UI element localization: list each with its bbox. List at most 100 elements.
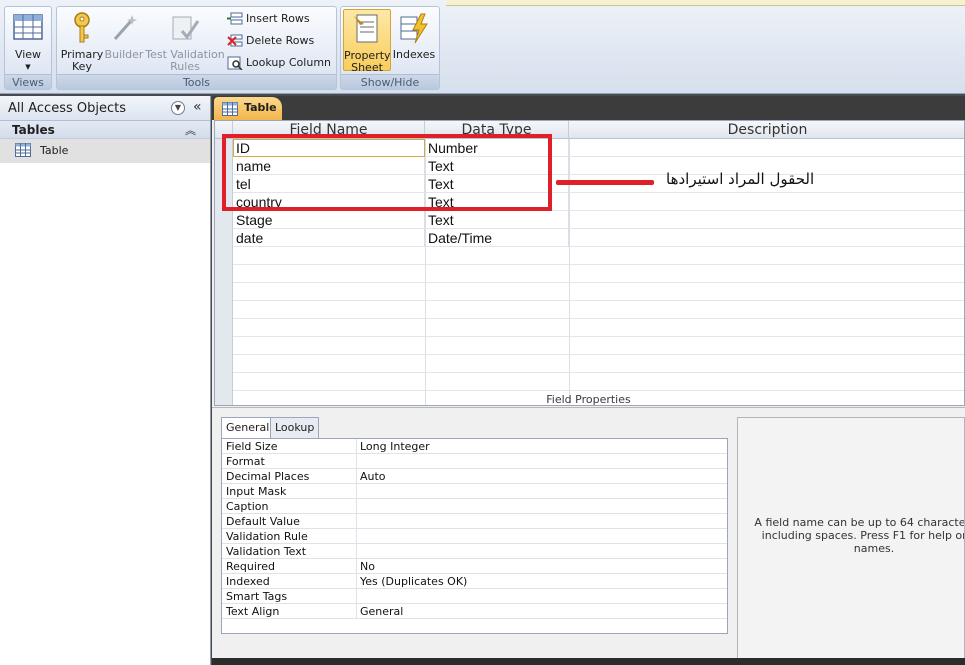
indexes-label: Indexes	[392, 48, 436, 61]
table-icon	[222, 102, 238, 119]
property-value[interactable]: No	[360, 559, 375, 574]
property-row[interactable]: Format	[222, 454, 727, 469]
builder-wand-icon	[107, 11, 141, 45]
document-tab-label: Table	[244, 101, 277, 114]
primary-key-label-line2: Key	[72, 60, 92, 73]
property-label: Smart Tags	[226, 589, 357, 604]
property-row[interactable]: Text Align General	[222, 604, 727, 619]
field-name-cell[interactable]: date	[233, 229, 425, 247]
title-strip	[446, 0, 965, 6]
empty-row[interactable]	[233, 355, 964, 373]
document-tab-table[interactable]: Table	[214, 97, 282, 120]
annotation-highlight-box	[222, 134, 552, 211]
indexes-button[interactable]: Indexes	[391, 9, 437, 71]
status-strip	[212, 658, 965, 665]
property-label: Text Align	[226, 604, 357, 619]
field-properties-table: Field Size Long Integer Format Decimal Pl…	[221, 438, 728, 634]
property-sheet-label-line2: Sheet	[351, 61, 383, 74]
test-validation-rules-button[interactable]: Test Validation Rules	[145, 9, 225, 73]
property-row[interactable]: Validation Rule	[222, 529, 727, 544]
description-cell[interactable]	[569, 193, 964, 211]
lookup-column-button[interactable]: Lookup Column	[227, 53, 331, 73]
empty-row[interactable]	[233, 301, 964, 319]
property-value[interactable]: Long Integer	[360, 439, 430, 454]
nav-title: All Access Objects	[8, 101, 126, 116]
property-row[interactable]: Indexed Yes (Duplicates OK)	[222, 574, 727, 589]
property-value[interactable]: General	[360, 604, 403, 619]
property-sheet-button[interactable]: Property Sheet	[343, 9, 391, 74]
property-row[interactable]: Caption	[222, 499, 727, 514]
property-label: Validation Text	[226, 544, 357, 559]
tab-general[interactable]: General	[221, 417, 275, 439]
property-row[interactable]: Smart Tags	[222, 589, 727, 604]
field-name-cell[interactable]: Stage	[233, 211, 425, 229]
table-icon	[15, 143, 31, 160]
empty-row[interactable]	[233, 337, 964, 355]
nav-group-tables[interactable]: Tables ︽	[0, 121, 210, 139]
property-sheet-icon	[350, 12, 384, 46]
collapse-chevrons-icon[interactable]: ︽	[185, 122, 196, 138]
view-button[interactable]: View ▼	[5, 9, 51, 71]
show-hide-group-label: Show/Hide	[341, 74, 439, 89]
property-row[interactable]: Decimal Places Auto	[222, 469, 727, 484]
field-row[interactable]: Stage Text	[233, 211, 964, 229]
view-label: View	[14, 48, 42, 61]
insert-rows-label: Insert Rows	[246, 12, 310, 25]
column-header-description[interactable]: Description	[569, 121, 964, 139]
property-label: Field Size	[226, 439, 357, 454]
nav-item-label: Table	[40, 144, 69, 157]
help-line: A field name can be up to 64 characters …	[754, 516, 965, 529]
property-label: Required	[226, 559, 357, 574]
property-label: Default Value	[226, 514, 357, 529]
property-label: Input Mask	[226, 484, 357, 499]
field-properties-pane: General Lookup Field Size Long Integer Fo…	[212, 407, 965, 665]
property-value[interactable]: Auto	[360, 469, 386, 484]
shutter-collapse-icon[interactable]: «	[193, 99, 202, 115]
insert-rows-button[interactable]: Insert Rows	[227, 9, 310, 29]
description-cell[interactable]	[569, 139, 964, 157]
tab-lookup[interactable]: Lookup	[270, 417, 320, 438]
property-row[interactable]: Default Value	[222, 514, 727, 529]
property-row[interactable]: Input Mask	[222, 484, 727, 499]
empty-row[interactable]	[233, 265, 964, 283]
description-cell[interactable]	[569, 229, 964, 247]
datasheet-view-icon	[11, 11, 45, 45]
property-label: Format	[226, 454, 357, 469]
field-row[interactable]: date Date/Time	[233, 229, 964, 247]
empty-row[interactable]	[233, 283, 964, 301]
tools-group-label: Tools	[57, 74, 336, 89]
delete-rows-label: Delete Rows	[246, 34, 315, 47]
builder-button[interactable]: Builder	[103, 9, 145, 71]
empty-row[interactable]	[233, 373, 964, 391]
lookup-column-icon	[227, 56, 243, 71]
ribbon: View ▼ Views Primary Key Builder Test Va…	[0, 0, 965, 94]
property-help-text: A field name can be up to 64 characters …	[744, 516, 965, 555]
property-label: Caption	[226, 499, 357, 514]
property-value[interactable]: Yes (Duplicates OK)	[360, 574, 467, 589]
description-cell[interactable]	[569, 211, 964, 229]
property-help-box: A field name can be up to 64 characters …	[737, 417, 965, 662]
property-row[interactable]: Required No	[222, 559, 727, 574]
delete-rows-icon	[227, 34, 243, 48]
empty-row[interactable]	[233, 319, 964, 337]
property-row[interactable]: Validation Text	[222, 544, 727, 559]
delete-rows-button[interactable]: Delete Rows	[227, 31, 314, 51]
insert-rows-icon	[227, 12, 243, 26]
property-row[interactable]: Field Size Long Integer	[222, 439, 727, 454]
nav-dropdown-icon[interactable]: ▼	[171, 101, 185, 115]
data-type-cell[interactable]: Text	[425, 211, 569, 229]
property-label: Indexed	[226, 574, 357, 589]
show-hide-group: Property Sheet Indexes Show/Hide	[340, 6, 440, 90]
nav-header[interactable]: All Access Objects ▼ «	[0, 96, 210, 121]
validation-check-icon	[168, 11, 202, 45]
lightning-index-icon	[397, 11, 431, 45]
help-line: names.	[853, 542, 895, 555]
nav-item-table[interactable]: Table	[0, 139, 210, 163]
primary-key-button[interactable]: Primary Key	[59, 9, 105, 73]
annotation-label: الحقول المراد استيرادها	[666, 170, 815, 188]
document-tabstrip: Table	[212, 96, 965, 120]
key-icon	[65, 11, 99, 45]
data-type-cell[interactable]: Date/Time	[425, 229, 569, 247]
tools-group: Primary Key Builder Test Validation Rule…	[56, 6, 337, 90]
empty-row[interactable]	[233, 247, 964, 265]
